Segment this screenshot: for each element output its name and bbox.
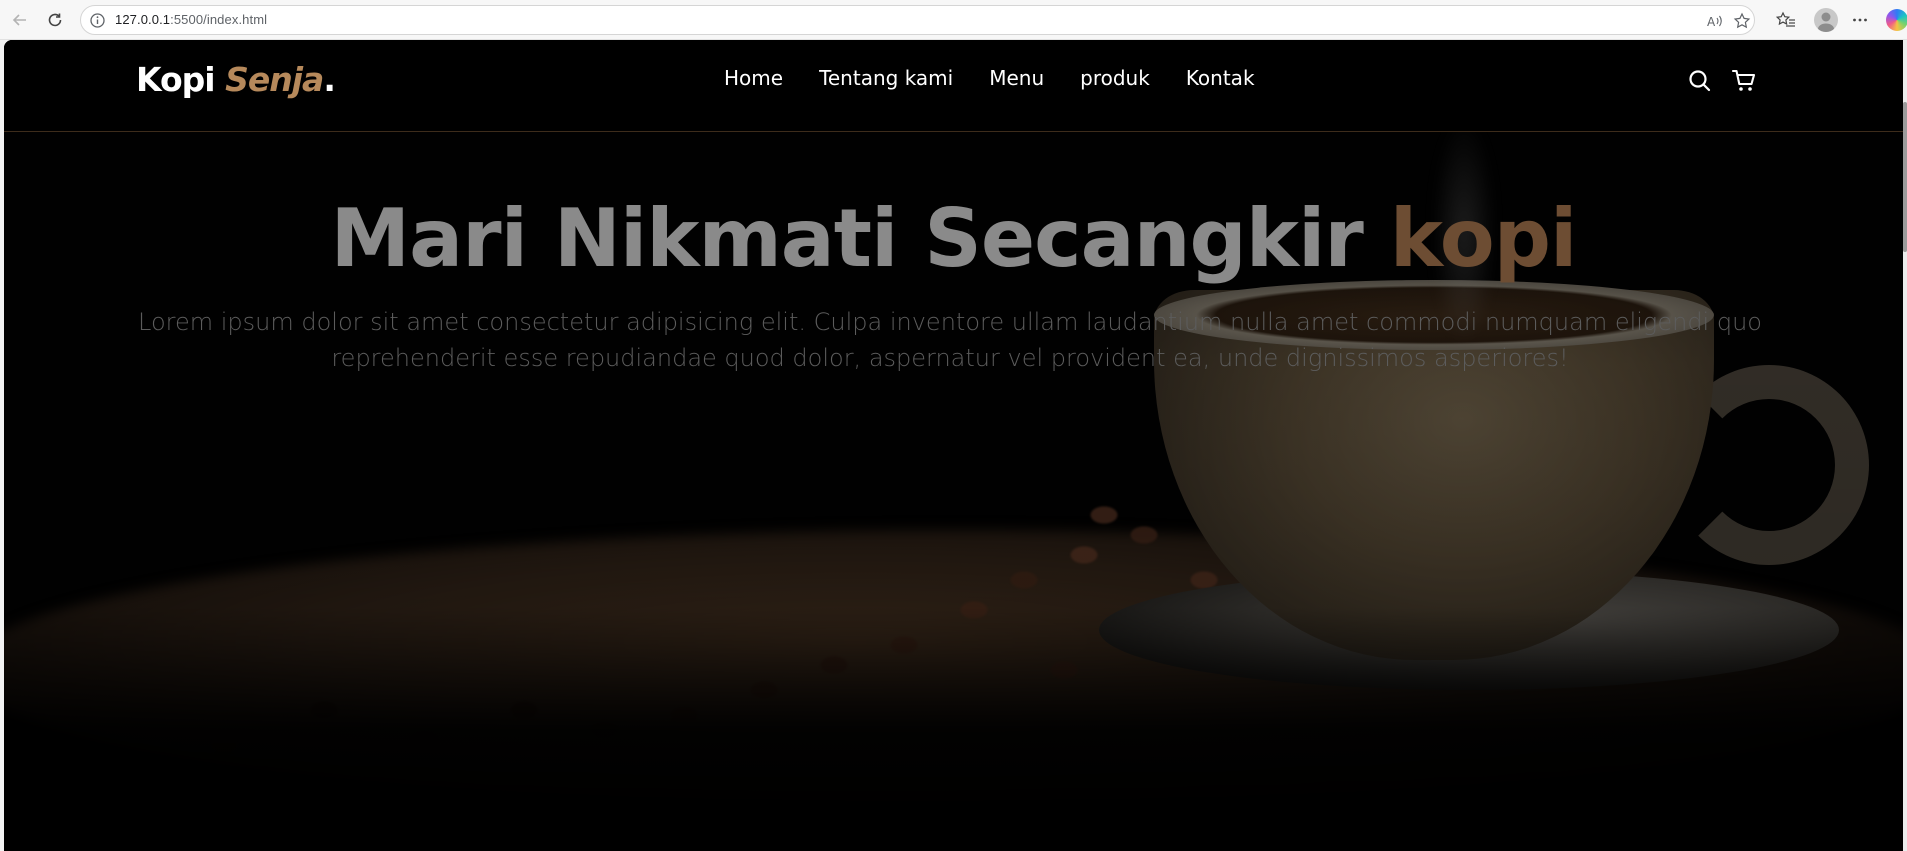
copilot-icon[interactable]: [1886, 9, 1907, 31]
search-icon[interactable]: [1687, 68, 1713, 94]
logo-main: Kopi: [136, 60, 226, 99]
reload-icon[interactable]: [43, 8, 67, 32]
favorite-star-icon[interactable]: [1733, 12, 1751, 30]
nav-link-kontak[interactable]: Kontak: [1186, 66, 1255, 90]
navbar: Kopi Senja. Home Tentang kami Menu produ…: [4, 40, 1903, 132]
back-icon[interactable]: [8, 8, 32, 32]
address-url[interactable]: 127.0.0.1:5500/index.html: [115, 12, 267, 27]
nav-link-home[interactable]: Home: [724, 66, 783, 90]
cart-icon[interactable]: [1731, 68, 1757, 94]
url-host: 127.0.0.1: [115, 12, 171, 27]
nav-icons: [1687, 68, 1757, 94]
hero-background-image: [4, 40, 1903, 851]
hero-title-main: Mari Nikmati Secangkir: [330, 192, 1390, 285]
scrollbar-thumb[interactable]: [1903, 102, 1907, 252]
browser-toolbar: 127.0.0.1:5500/index.html A: [0, 0, 1907, 40]
info-icon[interactable]: [89, 12, 106, 29]
address-bar[interactable]: 127.0.0.1:5500/index.html A: [80, 5, 1755, 35]
url-path: :5500/index.html: [170, 12, 268, 27]
page-viewport: Mari Nikmati Secangkir kopi Lorem ipsum …: [4, 40, 1903, 851]
page-scrollbar[interactable]: [1903, 40, 1907, 851]
logo-accent: Senja: [225, 60, 324, 99]
hero-description: Lorem ipsum dolor sit amet consectetur a…: [138, 308, 1762, 372]
read-aloud-icon[interactable]: A: [1706, 12, 1724, 30]
site-logo[interactable]: Kopi Senja.: [136, 60, 336, 99]
favorites-list-icon[interactable]: [1774, 8, 1798, 32]
nav-links: Home Tentang kami Menu produk Kontak: [724, 66, 1291, 90]
nav-link-produk[interactable]: produk: [1080, 66, 1150, 90]
more-icon[interactable]: [1848, 8, 1872, 32]
hero-title: Mari Nikmati Secangkir kopi: [4, 192, 1903, 285]
svg-text:A: A: [1707, 15, 1716, 29]
profile-icon[interactable]: [1814, 8, 1838, 32]
logo-dot: .: [323, 60, 336, 99]
nav-link-tentang-kami[interactable]: Tentang kami: [819, 66, 953, 90]
hero-title-accent: kopi: [1389, 192, 1578, 285]
nav-link-menu[interactable]: Menu: [989, 66, 1044, 90]
